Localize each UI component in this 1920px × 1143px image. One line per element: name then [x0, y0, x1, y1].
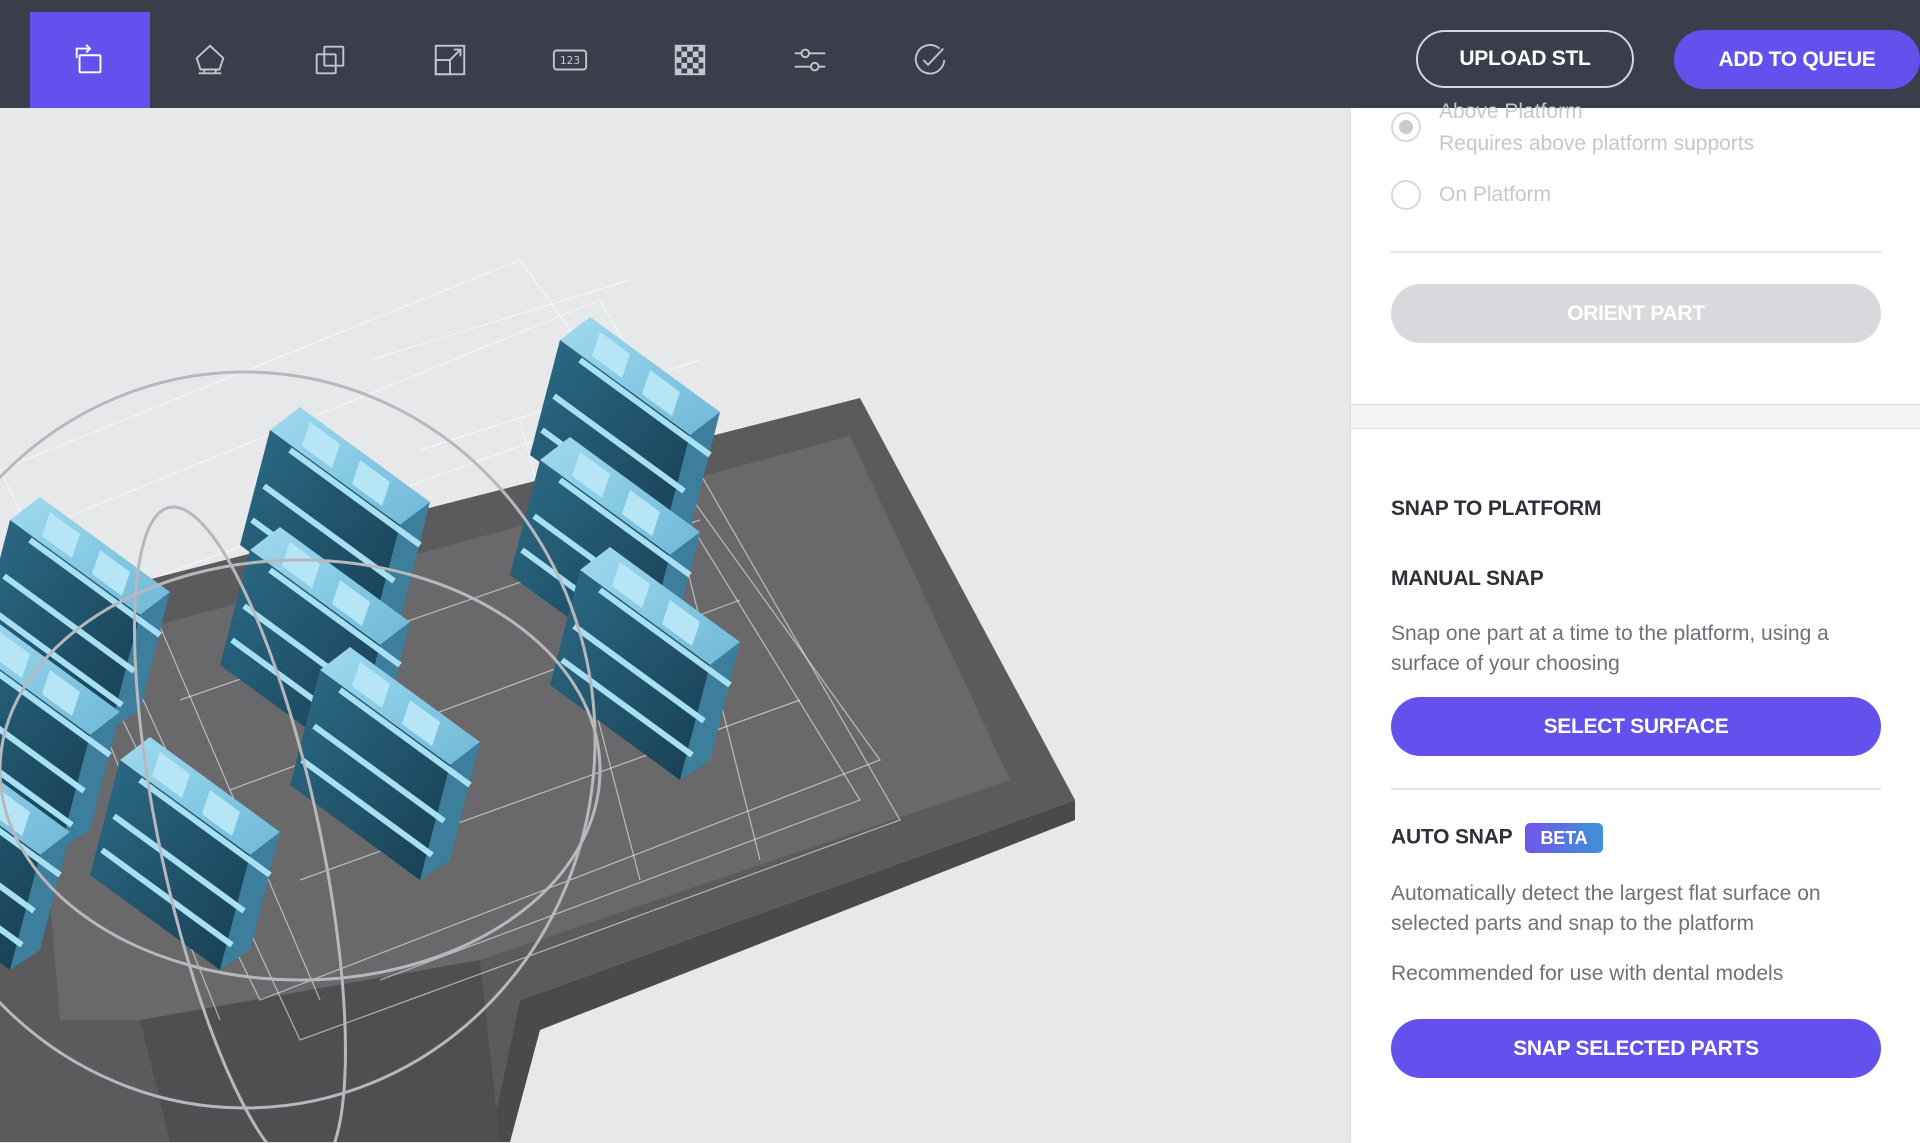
- orient-icon: [75, 44, 102, 74]
- radio-label: On Platform: [1439, 183, 1552, 206]
- manual-snap-description: Snap one part at a time to the platform,…: [1391, 622, 1829, 675]
- scene-canvas: [0, 259, 1075, 1142]
- divider: [1391, 251, 1881, 253]
- auto-snap-recommendation: Recommended for use with dental models: [1391, 962, 1784, 985]
- add-to-queue-button[interactable]: ADD TO QUEUE: [1674, 30, 1920, 89]
- label-icon-text: 123: [560, 55, 580, 67]
- tool-orient[interactable]: [30, 12, 150, 108]
- orientation-card: Above Platform Requires above platform s…: [1351, 100, 1920, 405]
- radio-sublabel: Requires above platform supports: [1439, 132, 1755, 155]
- 3d-viewport[interactable]: [0, 108, 1350, 1142]
- snap-selected-parts-button[interactable]: SNAP SELECTED PARTS: [1391, 1019, 1881, 1078]
- tool-settings[interactable]: [750, 12, 870, 108]
- snap-title: SNAP TO PLATFORM: [1391, 497, 1602, 520]
- select-surface-button[interactable]: SELECT SURFACE: [1391, 697, 1881, 756]
- upload-stl-button[interactable]: UPLOAD STL: [1416, 30, 1634, 88]
- scale-icon: [434, 44, 466, 76]
- auto-snap-heading: AUTO SNAP BETA: [1391, 823, 1604, 853]
- auto-snap-title: AUTO SNAP: [1391, 825, 1513, 849]
- tool-duplicate[interactable]: [270, 12, 390, 108]
- radio-button[interactable]: [1391, 112, 1421, 142]
- tool-supports[interactable]: [150, 12, 270, 108]
- orient-part-button[interactable]: ORIENT PART: [1391, 284, 1881, 343]
- radio-label: Above Platform: [1439, 100, 1583, 123]
- tool-layout[interactable]: [630, 12, 750, 108]
- check-circle-icon: [914, 44, 946, 75]
- manual-snap-title: MANUAL SNAP: [1391, 567, 1544, 590]
- tool-scale[interactable]: [390, 12, 510, 108]
- auto-snap-description: Automatically detect the largest flat su…: [1391, 882, 1821, 935]
- tool-label[interactable]: 123: [510, 12, 630, 108]
- top-toolbar: 123 UPLOAD STL ADD TO QUEUE: [0, 0, 1920, 108]
- layout-grid-icon: [674, 44, 706, 76]
- beta-badge: BETA: [1524, 823, 1604, 853]
- tool-review[interactable]: [870, 12, 990, 108]
- divider: [1391, 788, 1881, 790]
- radio-button[interactable]: [1391, 180, 1421, 210]
- duplicate-icon: [315, 45, 345, 75]
- label-icon: 123: [552, 49, 588, 71]
- radio-on-platform[interactable]: On Platform: [1391, 180, 1551, 211]
- side-panel: Above Platform Requires above platform s…: [1350, 100, 1920, 1143]
- radio-above-platform[interactable]: Above Platform Requires above platform s…: [1391, 100, 1755, 160]
- snap-card: SNAP TO PLATFORM MANUAL SNAP Snap one pa…: [1351, 428, 1920, 1143]
- support-icon: [195, 44, 225, 75]
- settings-sliders-icon: [794, 48, 826, 72]
